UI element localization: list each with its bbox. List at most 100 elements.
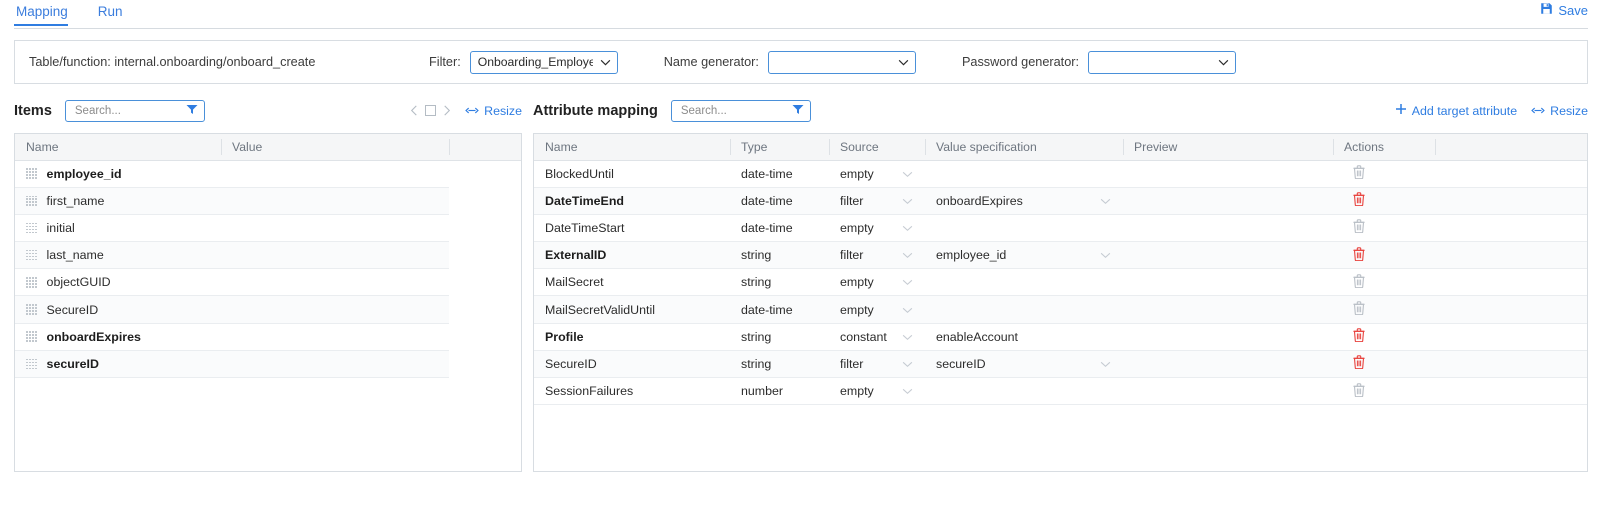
attribute-mapping-row[interactable]: ExternalID string filter employee_id xyxy=(534,241,1587,270)
drag-handle-icon[interactable] xyxy=(26,195,37,207)
am-cell-value-specification[interactable]: onboardExpires xyxy=(925,187,1123,215)
chevron-down-icon[interactable] xyxy=(902,221,913,235)
delete-row-icon[interactable] xyxy=(1353,328,1365,345)
items-table-row[interactable]: SecureID xyxy=(15,295,521,324)
delete-row-icon[interactable] xyxy=(1353,165,1365,182)
am-cell-type: date-time xyxy=(730,214,829,243)
items-col-value: Value xyxy=(221,134,449,161)
am-cell-value-specification[interactable]: employee_id xyxy=(925,241,1123,270)
password-generator-select[interactable] xyxy=(1088,50,1237,74)
items-table-row[interactable]: last_name xyxy=(15,241,521,270)
am-cell-source[interactable]: empty xyxy=(829,214,925,243)
chevron-down-icon[interactable] xyxy=(1100,357,1111,371)
drag-handle-icon[interactable] xyxy=(26,222,37,234)
am-cell-source[interactable]: empty xyxy=(829,377,925,406)
chevron-down-icon[interactable] xyxy=(902,248,913,262)
resize-arrows-icon xyxy=(1531,104,1545,118)
delete-row-icon[interactable] xyxy=(1353,355,1365,372)
items-table-row[interactable]: employee_id xyxy=(15,160,521,188)
items-table-row[interactable]: secureID xyxy=(15,350,521,379)
am-cell-value-specification[interactable] xyxy=(925,377,1123,406)
attribute-mapping-row[interactable]: DateTimeStart date-time empty xyxy=(534,214,1587,243)
am-source-value: empty xyxy=(840,275,874,290)
items-search-box[interactable] xyxy=(64,99,205,122)
filter-funnel-icon[interactable] xyxy=(186,102,198,120)
chevron-down-icon[interactable] xyxy=(902,194,913,208)
filter-funnel-icon[interactable] xyxy=(792,102,804,120)
attribute-mapping-search-box[interactable] xyxy=(670,99,811,122)
items-table-row[interactable]: first_name xyxy=(15,187,521,215)
drag-handle-icon[interactable] xyxy=(26,249,37,261)
attribute-mapping-row[interactable]: MailSecretValidUntil date-time empty xyxy=(534,295,1587,324)
add-target-attribute-label: Add target attribute xyxy=(1411,103,1518,118)
attribute-mapping-row[interactable]: DateTimeEnd date-time filter onboardExpires xyxy=(534,187,1587,215)
tab-run[interactable]: Run xyxy=(96,0,133,26)
am-cell-value-specification[interactable] xyxy=(925,214,1123,243)
chevron-down-icon[interactable] xyxy=(902,330,913,344)
items-search-input[interactable] xyxy=(72,103,180,118)
drag-handle-icon[interactable] xyxy=(26,331,37,342)
am-cell-source[interactable]: empty xyxy=(829,160,925,188)
tab-mapping[interactable]: Mapping xyxy=(14,0,78,26)
items-row-name: SecureID xyxy=(46,302,99,317)
chevron-down-icon[interactable] xyxy=(1100,248,1111,262)
items-cell-value xyxy=(221,241,449,270)
delete-row-icon[interactable] xyxy=(1353,274,1365,291)
chevron-down-icon xyxy=(898,55,909,69)
chevron-left-icon[interactable] xyxy=(410,105,418,116)
attribute-mapping-search-input[interactable] xyxy=(678,103,786,118)
attribute-mapping-row[interactable]: BlockedUntil date-time empty xyxy=(534,160,1587,188)
chevron-down-icon[interactable] xyxy=(902,357,913,371)
filter-select[interactable]: Onboarding_Employee_C xyxy=(469,50,618,74)
delete-row-icon[interactable] xyxy=(1353,382,1365,400)
name-generator-label: Name generator: xyxy=(663,55,759,69)
am-cell-source[interactable]: empty xyxy=(829,268,925,297)
attribute-mapping-table: Name Type Source Value specification Pre… xyxy=(534,134,1587,406)
items-table-row[interactable]: onboardExpires xyxy=(15,323,521,351)
drag-handle-icon[interactable] xyxy=(26,358,37,370)
items-cell-pad xyxy=(449,268,521,296)
chevron-down-icon xyxy=(1218,55,1229,69)
name-generator-select[interactable] xyxy=(767,50,916,74)
chevron-down-icon[interactable] xyxy=(902,167,913,181)
am-cell-name: SessionFailures xyxy=(534,377,730,406)
am-cell-value-specification[interactable] xyxy=(925,160,1123,188)
chevron-right-icon[interactable] xyxy=(443,105,451,116)
chevron-down-icon[interactable] xyxy=(902,384,913,398)
attribute-mapping-row[interactable]: SecureID string filter secureID xyxy=(534,350,1587,379)
add-target-attribute-button[interactable]: Add target attribute xyxy=(1395,103,1517,118)
am-cell-value-specification[interactable]: secureID xyxy=(925,350,1123,379)
drag-handle-icon[interactable] xyxy=(26,168,37,179)
am-cell-value-specification[interactable]: enableAccount xyxy=(925,323,1123,351)
items-table-row[interactable]: initial xyxy=(15,214,521,243)
attribute-mapping-resize-button[interactable]: Resize xyxy=(1531,104,1588,118)
password-generator-label: Password generator: xyxy=(961,55,1080,69)
chevron-down-icon[interactable] xyxy=(902,303,913,317)
am-cell-source[interactable]: constant xyxy=(829,323,925,351)
am-cell-source[interactable]: filter xyxy=(829,241,925,270)
save-button[interactable]: Save xyxy=(1540,2,1588,18)
items-table-row[interactable]: objectGUID xyxy=(15,268,521,297)
am-source-value: empty xyxy=(840,166,874,181)
chevron-down-icon[interactable] xyxy=(1100,194,1111,208)
attribute-mapping-row[interactable]: MailSecret string empty xyxy=(534,268,1587,297)
drag-handle-icon[interactable] xyxy=(26,277,37,288)
attribute-mapping-row[interactable]: Profile string constant enableAccount xyxy=(534,323,1587,351)
am-cell-actions xyxy=(1333,214,1435,243)
delete-row-icon[interactable] xyxy=(1353,246,1365,264)
am-cell-source[interactable]: filter xyxy=(829,187,925,215)
items-resize-button[interactable]: Resize xyxy=(465,104,522,118)
drag-handle-icon[interactable] xyxy=(26,304,37,315)
attribute-mapping-row[interactable]: SessionFailures number empty xyxy=(534,377,1587,406)
am-cell-source[interactable]: empty xyxy=(829,295,925,324)
am-cell-value-specification[interactable] xyxy=(925,268,1123,297)
chevron-down-icon[interactable] xyxy=(902,275,913,289)
am-cell-source[interactable]: filter xyxy=(829,350,925,379)
delete-row-icon[interactable] xyxy=(1353,219,1365,236)
delete-row-icon[interactable] xyxy=(1353,192,1365,209)
am-cell-preview xyxy=(1123,241,1333,270)
delete-row-icon[interactable] xyxy=(1353,301,1365,318)
page-box-icon[interactable] xyxy=(425,105,437,116)
am-cell-value-specification[interactable] xyxy=(925,295,1123,324)
items-cell-pad xyxy=(449,295,521,324)
